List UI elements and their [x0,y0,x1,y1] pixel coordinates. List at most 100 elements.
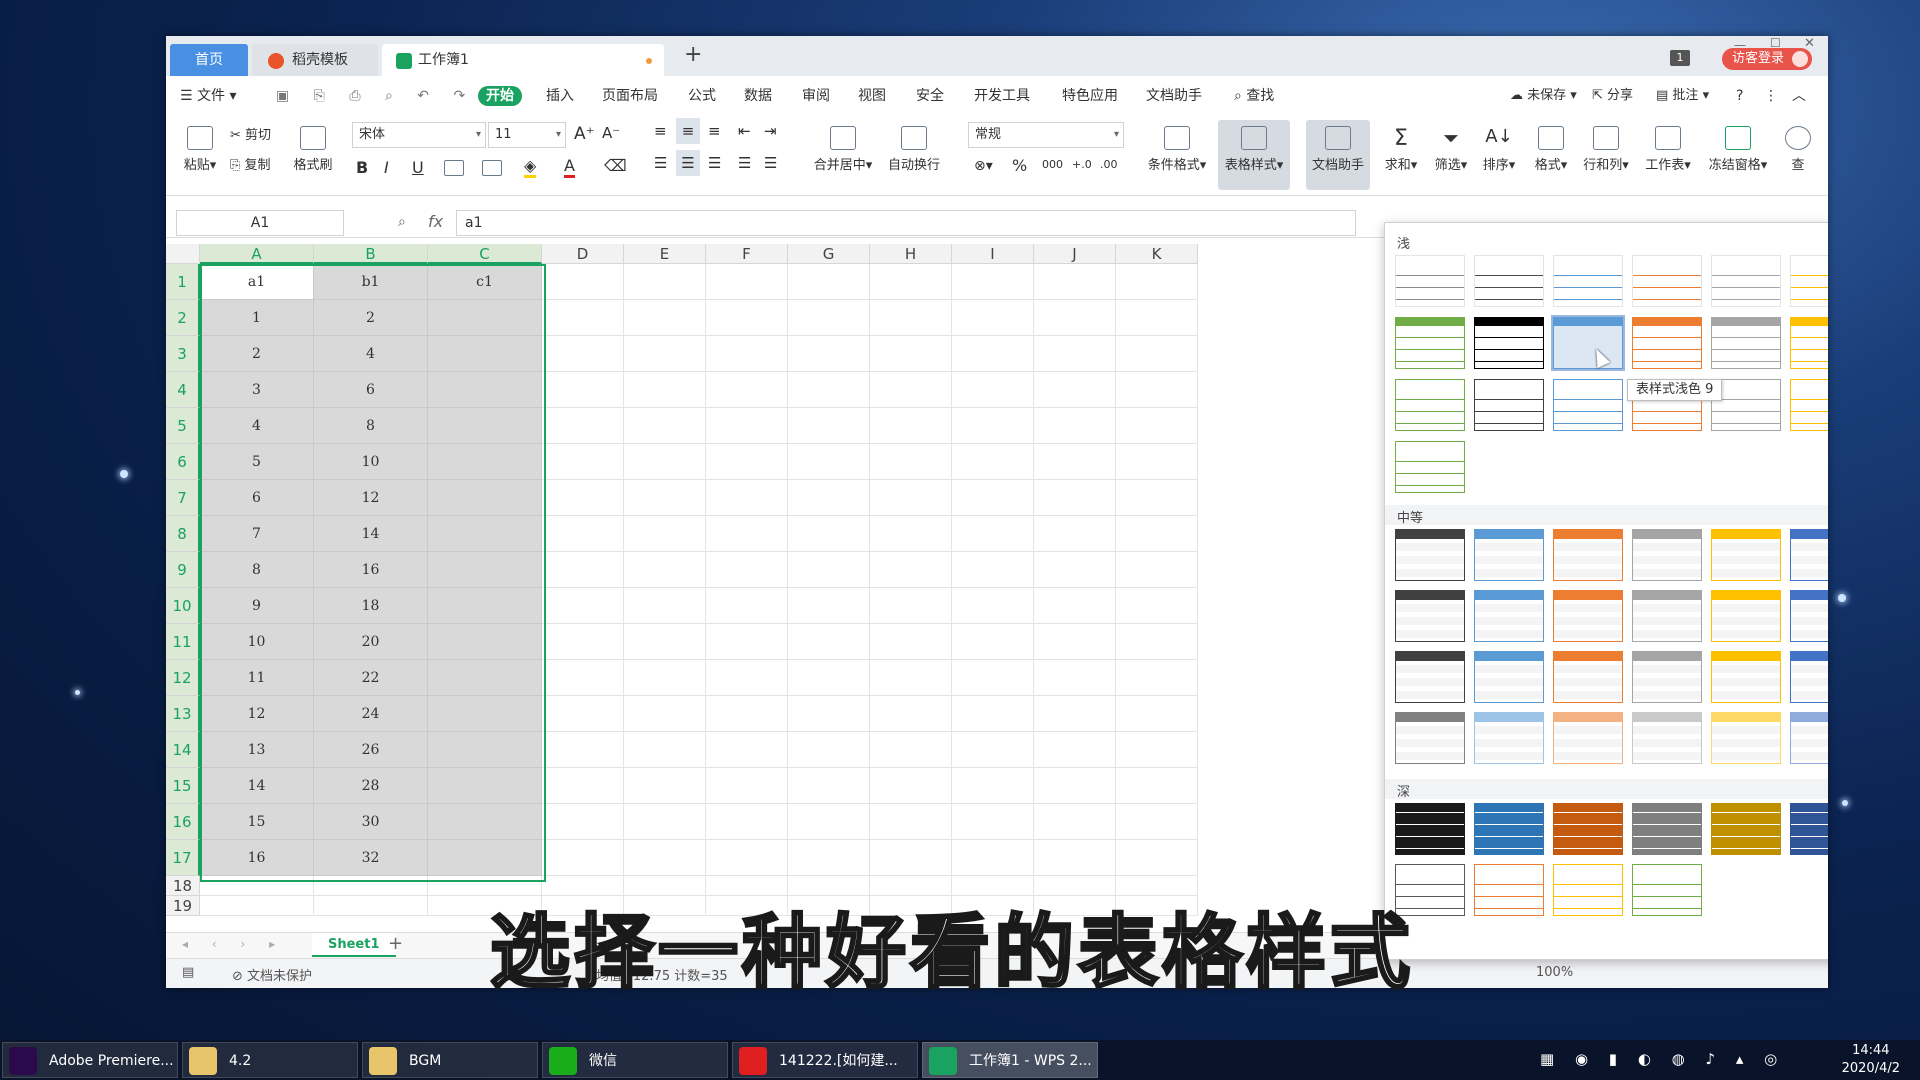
sort-button[interactable]: A↓ 排序▾ [1478,126,1520,173]
table-style-swatch[interactable] [1395,712,1465,764]
table-style-swatch[interactable] [1632,712,1702,764]
cell[interactable]: 13 [200,732,314,768]
table-style-swatch[interactable] [1474,255,1544,307]
align-top-button[interactable]: ≡ [654,122,667,140]
table-style-swatch[interactable] [1711,712,1781,764]
menu-doc-helper[interactable]: 文档助手 [1146,86,1202,106]
table-style-swatch[interactable] [1632,529,1702,581]
cell[interactable]: 14 [314,516,428,552]
cell[interactable] [1034,372,1116,408]
cell[interactable] [1116,300,1198,336]
align-center-button[interactable]: ☰ [676,150,700,176]
row-header[interactable]: 6 [166,444,200,480]
menu-security[interactable]: 安全 [916,86,944,106]
cell[interactable] [428,588,542,624]
file-menu[interactable]: ☰ 文件 ▾ [180,86,237,106]
table-style-swatch[interactable] [1474,590,1544,642]
cell[interactable] [624,804,706,840]
more-icon[interactable]: ⋮ [1764,86,1778,106]
cell[interactable] [788,444,870,480]
zoom-icon[interactable]: ⌕ [398,214,406,230]
cell[interactable] [706,372,788,408]
cell[interactable] [952,516,1034,552]
cell[interactable] [428,552,542,588]
table-style-swatch[interactable] [1632,651,1702,703]
paste-button[interactable]: 粘贴▾ [176,126,224,173]
cell[interactable] [706,840,788,876]
cell[interactable] [624,444,706,480]
table-style-swatch[interactable] [1790,317,1828,369]
cell[interactable] [428,732,542,768]
cell[interactable] [314,896,428,916]
align-bottom-button[interactable]: ≡ [708,122,721,140]
cell[interactable] [1034,660,1116,696]
cell[interactable] [706,300,788,336]
doc-protect-status[interactable]: ⊘ 文档未保护 [232,965,312,984]
cell[interactable] [706,588,788,624]
cell[interactable] [428,804,542,840]
table-style-swatch[interactable] [1790,255,1828,307]
cell[interactable] [870,624,952,660]
row-header[interactable]: 19 [166,896,200,916]
cell[interactable]: 16 [314,552,428,588]
cell[interactable] [428,768,542,804]
table-style-swatch[interactable] [1395,441,1465,493]
fill-color-button[interactable]: ◈ [524,156,537,178]
table-style-swatch[interactable] [1474,712,1544,764]
cell[interactable] [788,300,870,336]
underline-button[interactable]: U [412,158,424,177]
decrease-decimal-button[interactable]: .00 [1100,158,1118,171]
cell[interactable] [788,408,870,444]
table-style-swatch[interactable] [1474,651,1544,703]
table-style-swatch[interactable] [1474,317,1544,369]
row-header[interactable]: 3 [166,336,200,372]
cell[interactable]: 5 [200,444,314,480]
sheet-tab-sheet1[interactable]: Sheet1 [312,933,396,957]
cell[interactable] [1034,768,1116,804]
cell[interactable] [870,696,952,732]
cell[interactable] [706,444,788,480]
table-style-swatch[interactable] [1632,803,1702,855]
font-name-select[interactable]: 宋体 [352,122,486,148]
cell[interactable] [952,480,1034,516]
taskbar-item[interactable]: 微信 [542,1042,728,1078]
column-header-j[interactable]: J [1034,244,1116,264]
cell[interactable] [1116,372,1198,408]
cell[interactable]: 32 [314,840,428,876]
cell[interactable] [1116,336,1198,372]
cell[interactable] [542,768,624,804]
row-header[interactable]: 12 [166,660,200,696]
table-style-swatch[interactable] [1553,651,1623,703]
cell[interactable] [788,552,870,588]
menu-formula[interactable]: 公式 [688,86,716,106]
cell[interactable] [706,264,788,300]
cell[interactable]: 4 [200,408,314,444]
cell[interactable] [542,696,624,732]
cell[interactable] [952,588,1034,624]
table-style-swatch[interactable] [1711,317,1781,369]
sheet-nav-icon[interactable]: ◂ ‹ › ▸ [182,937,285,951]
format-button[interactable]: 格式▾ [1530,126,1572,173]
column-header-e[interactable]: E [624,244,706,264]
format-painter-button[interactable]: 格式刷 [290,126,336,173]
cell[interactable] [428,696,542,732]
cell-style-icon[interactable] [482,160,502,176]
cell[interactable] [200,896,314,916]
cell[interactable] [788,480,870,516]
cell[interactable] [314,876,428,896]
cell[interactable] [1034,264,1116,300]
menu-start[interactable]: 开始 [478,86,522,106]
cell[interactable] [1116,624,1198,660]
maximize-icon[interactable]: ☐ [1770,36,1781,50]
row-header[interactable]: 4 [166,372,200,408]
row-header[interactable]: 16 [166,804,200,840]
tab-template[interactable]: 稻壳模板 [252,44,378,76]
cell[interactable] [870,516,952,552]
table-style-swatch[interactable] [1474,803,1544,855]
cell[interactable]: 15 [200,804,314,840]
cell[interactable] [1116,408,1198,444]
cell[interactable]: 18 [314,588,428,624]
cell[interactable] [542,840,624,876]
cell[interactable]: 6 [200,480,314,516]
cell[interactable] [542,624,624,660]
